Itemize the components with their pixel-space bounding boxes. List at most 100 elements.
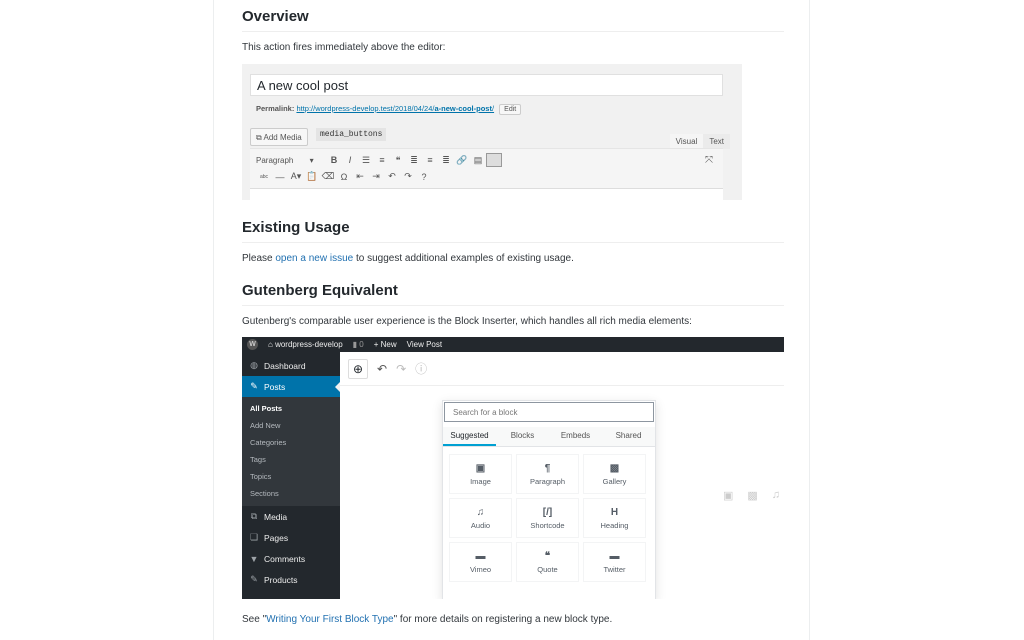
audio-icon: ♫ xyxy=(476,506,485,518)
block-search-input[interactable]: Search for a block xyxy=(444,402,654,422)
redo-icon[interactable]: ↷ xyxy=(396,362,406,376)
strikethrough-icon[interactable]: abc xyxy=(256,174,272,180)
tab-embeds[interactable]: Embeds xyxy=(549,427,602,446)
add-media-button[interactable]: ⧉ Add Media xyxy=(250,128,308,146)
site-name-link[interactable]: ⌂ wordpress-develop xyxy=(268,340,343,349)
sidebar-item-comments[interactable]: ▼ Comments xyxy=(242,548,340,569)
block-grid: ▣ Image ¶ Paragraph ▩ Gallery ♫ Audio [/] Shortco… xyxy=(449,454,646,582)
tab-blocks[interactable]: Blocks xyxy=(496,427,549,446)
post-title-input[interactable]: A new cool post xyxy=(250,74,723,96)
block-item-quote[interactable]: ❝ Quote xyxy=(516,542,579,582)
bulleted-list-icon[interactable]: ☰ xyxy=(358,155,374,166)
help-icon[interactable]: ? xyxy=(416,172,432,182)
new-link[interactable]: + New xyxy=(374,340,397,349)
block-item-shortcode[interactable]: [/] Shortcode xyxy=(516,498,579,538)
block-inserter-button[interactable]: ⊕ xyxy=(348,358,368,379)
submenu-item-all-posts[interactable]: All Posts xyxy=(242,400,340,417)
read-more-icon[interactable]: ▤ xyxy=(470,155,486,166)
pin-icon: ✎ xyxy=(250,381,258,391)
block-item-audio[interactable]: ♫ Audio xyxy=(449,498,512,538)
vimeo-icon: ▬ xyxy=(475,550,486,562)
existing-usage-heading: Existing Usage xyxy=(242,219,784,243)
numbered-list-icon[interactable]: ≡ xyxy=(374,155,390,165)
italic-icon[interactable]: I xyxy=(342,155,358,165)
tab-text[interactable]: Text xyxy=(703,134,730,149)
inserter-tabs: Suggested Blocks Embeds Shared xyxy=(443,427,655,447)
submenu-item-sections[interactable]: Sections xyxy=(242,485,340,502)
image-icon[interactable]: ▣ xyxy=(723,489,733,502)
fullscreen-icon[interactable]: ⤧ xyxy=(705,155,713,166)
editor-content-area[interactable] xyxy=(250,188,723,200)
sidebar-item-label: Media xyxy=(264,511,288,522)
wordpress-logo-icon[interactable]: W xyxy=(247,339,258,350)
undo-icon[interactable]: ↶ xyxy=(377,362,387,376)
block-label: Image xyxy=(470,476,491,486)
tab-shared[interactable]: Shared xyxy=(602,427,655,446)
text-color-icon[interactable]: A▾ xyxy=(288,171,304,182)
format-select[interactable]: Paragraph ▾ xyxy=(256,156,326,165)
block-item-heading[interactable]: H Heading xyxy=(583,498,646,538)
block-item-image[interactable]: ▣ Image xyxy=(449,454,512,494)
submenu-item-tags[interactable]: Tags xyxy=(242,451,340,468)
gallery-icon: ▩ xyxy=(609,462,620,474)
editor-main: ⊕ ↶ ↷ ⓘ post ▣ ▩ ♫ Search for a block Su… xyxy=(340,352,784,599)
existing-usage-text: Please open a new issue to suggest addit… xyxy=(242,253,574,264)
sidebar-item-products[interactable]: ✎ Products xyxy=(242,569,340,590)
align-right-icon[interactable]: ≣ xyxy=(438,155,454,166)
gallery-icon[interactable]: ▩ xyxy=(747,489,757,502)
gutenberg-screenshot: W ⌂ wordpress-develop ▮ 0 + New View Pos… xyxy=(242,337,784,599)
bold-icon[interactable]: B xyxy=(326,155,342,165)
open-issue-link[interactable]: open a new issue xyxy=(275,253,353,264)
view-post-link[interactable]: View Post xyxy=(407,340,442,349)
block-item-vimeo[interactable]: ▬ Vimeo xyxy=(449,542,512,582)
block-item-gallery[interactable]: ▩ Gallery xyxy=(583,454,646,494)
tab-suggested[interactable]: Suggested xyxy=(443,427,496,446)
media-icon: ⧉ xyxy=(250,511,258,521)
sidebar-item-dashboard[interactable]: ◍ Dashboard xyxy=(242,355,340,376)
pages-icon: ❏ xyxy=(249,532,259,542)
link-icon[interactable]: 🔗 xyxy=(454,155,470,166)
submenu-item-categories[interactable]: Categories xyxy=(242,434,340,451)
admin-bar: W ⌂ wordpress-develop ▮ 0 + New View Pos… xyxy=(242,337,784,352)
tab-visual[interactable]: Visual xyxy=(669,134,704,149)
block-label: Quote xyxy=(537,564,558,574)
editor-mode-tabs: Visual Text xyxy=(669,134,730,149)
toolbar-row-1: Paragraph ▾ B I ☰ ≡ ❝ ≣ ≡ ≣ 🔗 ▤ xyxy=(256,153,502,167)
classic-editor-screenshot: A new cool post Permalink: http://wordpr… xyxy=(242,64,742,200)
submenu-item-topics[interactable]: Topics xyxy=(242,468,340,485)
undo-icon[interactable]: ↶ xyxy=(384,171,400,182)
permalink-edit-button[interactable]: Edit xyxy=(499,104,522,115)
audio-icon[interactable]: ♫ xyxy=(772,489,780,502)
redo-icon[interactable]: ↷ xyxy=(400,171,416,182)
blockquote-icon[interactable]: ❝ xyxy=(390,155,406,166)
permalink-link[interactable]: http://wordpress-develop.test/2018/04/24… xyxy=(296,104,494,113)
paragraph-icon: ¶ xyxy=(544,462,551,474)
tinymce-toolbar: Paragraph ▾ B I ☰ ≡ ❝ ≣ ≡ ≣ 🔗 ▤ abc — A▾ 📋 ⌫ Ω ⇤ ⇥ ↶ ↷? ⤧ xyxy=(250,148,723,188)
clear-formatting-icon[interactable]: ⌫ xyxy=(320,171,336,182)
block-label: Audio xyxy=(470,520,491,530)
sidebar-item-posts[interactable]: ✎ Posts xyxy=(242,376,340,397)
block-item-twitter[interactable]: ▬ Twitter xyxy=(583,542,646,582)
align-center-icon[interactable]: ≡ xyxy=(422,155,438,165)
submenu-item-add-new[interactable]: Add New xyxy=(242,417,340,434)
comments-link[interactable]: ▮ 0 xyxy=(353,340,364,349)
writing-first-block-link[interactable]: Writing Your First Block Type xyxy=(266,614,393,625)
media-buttons-code: media_buttons xyxy=(316,128,387,141)
block-item-paragraph[interactable]: ¶ Paragraph xyxy=(516,454,579,494)
toolbar-toggle-icon[interactable] xyxy=(486,153,502,167)
sidebar-item-pages[interactable]: ❏ Pages xyxy=(242,527,340,548)
sidebar-item-media[interactable]: ⧉ Media xyxy=(242,506,340,527)
outdent-icon[interactable]: ⇤ xyxy=(352,171,368,182)
paste-text-icon[interactable]: 📋 xyxy=(304,171,320,182)
block-label: Shortcode xyxy=(530,520,565,530)
admin-sidebar: ◍ Dashboard ✎ Posts All Posts Add New Categori… xyxy=(242,352,340,599)
info-icon[interactable]: ⓘ xyxy=(415,360,427,377)
special-character-icon[interactable]: Ω xyxy=(336,172,352,182)
block-inserter-popover: Search for a block Suggested Blocks Embeds… xyxy=(442,400,656,599)
editor-toolbar: ⊕ ↶ ↷ ⓘ xyxy=(340,352,784,386)
align-left-icon[interactable]: ≣ xyxy=(406,155,422,166)
permalink-row: Permalink: http://wordpress-develop.test… xyxy=(256,104,522,115)
horizontal-line-icon[interactable]: — xyxy=(272,172,288,182)
overview-heading: Overview xyxy=(242,8,784,32)
indent-icon[interactable]: ⇥ xyxy=(368,171,384,182)
